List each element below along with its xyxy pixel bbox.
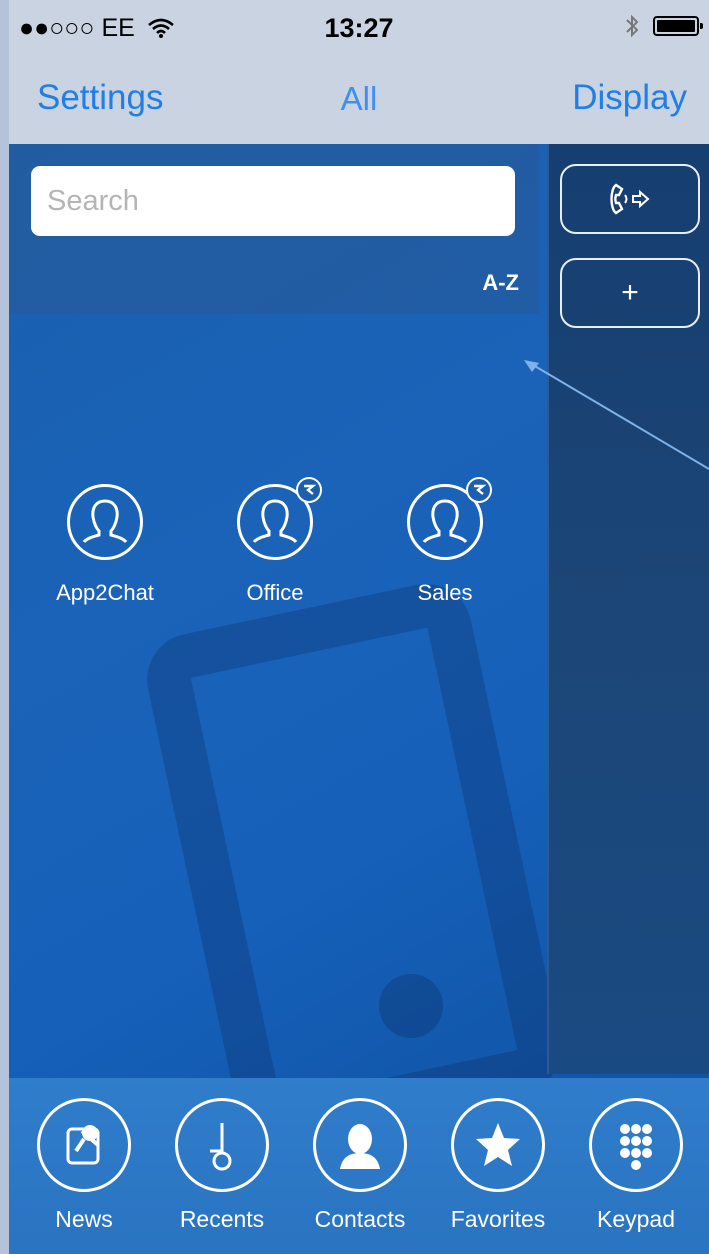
- contact-item[interactable]: App2Chat: [45, 484, 165, 606]
- search-header: A-Z: [9, 144, 539, 314]
- avatar: [407, 477, 492, 560]
- contact-name: Sales: [417, 580, 473, 605]
- tab-contacts[interactable]: Contacts: [295, 1098, 425, 1233]
- person-icon: [340, 1124, 380, 1169]
- display-button[interactable]: Display: [572, 78, 687, 118]
- tab-label: Recents: [179, 1206, 265, 1232]
- pin-icon: [66, 1125, 100, 1165]
- tab-label: Keypad: [596, 1206, 675, 1232]
- favorites-tab-circle: [451, 1098, 545, 1192]
- tab-recents[interactable]: Recents: [157, 1098, 287, 1233]
- app-screen: ●●○○○ EE 13:27 Settings All Display Sear…: [9, 0, 709, 1254]
- contacts-tab-circle: [313, 1098, 407, 1192]
- phone-watermark-button: [379, 974, 443, 1038]
- remote-badge-icon: [296, 477, 322, 503]
- remote-badge-icon: [466, 477, 492, 503]
- navigation-bar: Settings All Display: [9, 58, 709, 144]
- news-tab-circle: [37, 1098, 131, 1192]
- phone-watermark-graphic: [138, 575, 570, 1153]
- clock: 13:27: [324, 13, 394, 43]
- star-icon: [476, 1123, 520, 1166]
- contact-name: App2Chat: [56, 580, 154, 605]
- plus-icon: +: [621, 276, 639, 309]
- tab-label: Favorites: [450, 1206, 546, 1232]
- add-button[interactable]: +: [560, 258, 700, 328]
- search-box[interactable]: [31, 166, 515, 236]
- annotation-arrow: [524, 360, 709, 470]
- contact-name: Office: [246, 580, 304, 605]
- tab-favorites[interactable]: Favorites: [433, 1098, 563, 1233]
- contact-item[interactable]: Office: [215, 477, 335, 606]
- recents-tab-circle: [175, 1098, 269, 1192]
- tab-bar: News Recents Contacts Favorites Keypad: [9, 1078, 709, 1254]
- tab-label: Contacts: [314, 1206, 406, 1232]
- search-input[interactable]: [31, 166, 515, 236]
- battery-icon: [653, 16, 703, 36]
- bluetooth-icon: [626, 14, 639, 38]
- contact-item[interactable]: Sales: [385, 477, 505, 606]
- phone-forward-icon: [610, 183, 650, 215]
- clock-icon: [210, 1123, 232, 1171]
- avatar: [237, 477, 322, 560]
- tab-label: News: [55, 1206, 113, 1232]
- keypad-icon: [620, 1124, 652, 1170]
- status-right: [625, 14, 703, 38]
- avatar: [67, 484, 143, 560]
- person-outline-icon: [82, 499, 128, 543]
- call-forward-button[interactable]: [560, 164, 700, 234]
- sort-az-toggle[interactable]: A-Z: [482, 270, 519, 296]
- tab-keypad[interactable]: Keypad: [571, 1098, 701, 1233]
- keypad-tab-circle: [589, 1098, 683, 1192]
- tab-news[interactable]: News: [19, 1098, 149, 1233]
- status-bar: ●●○○○ EE 13:27: [9, 0, 709, 58]
